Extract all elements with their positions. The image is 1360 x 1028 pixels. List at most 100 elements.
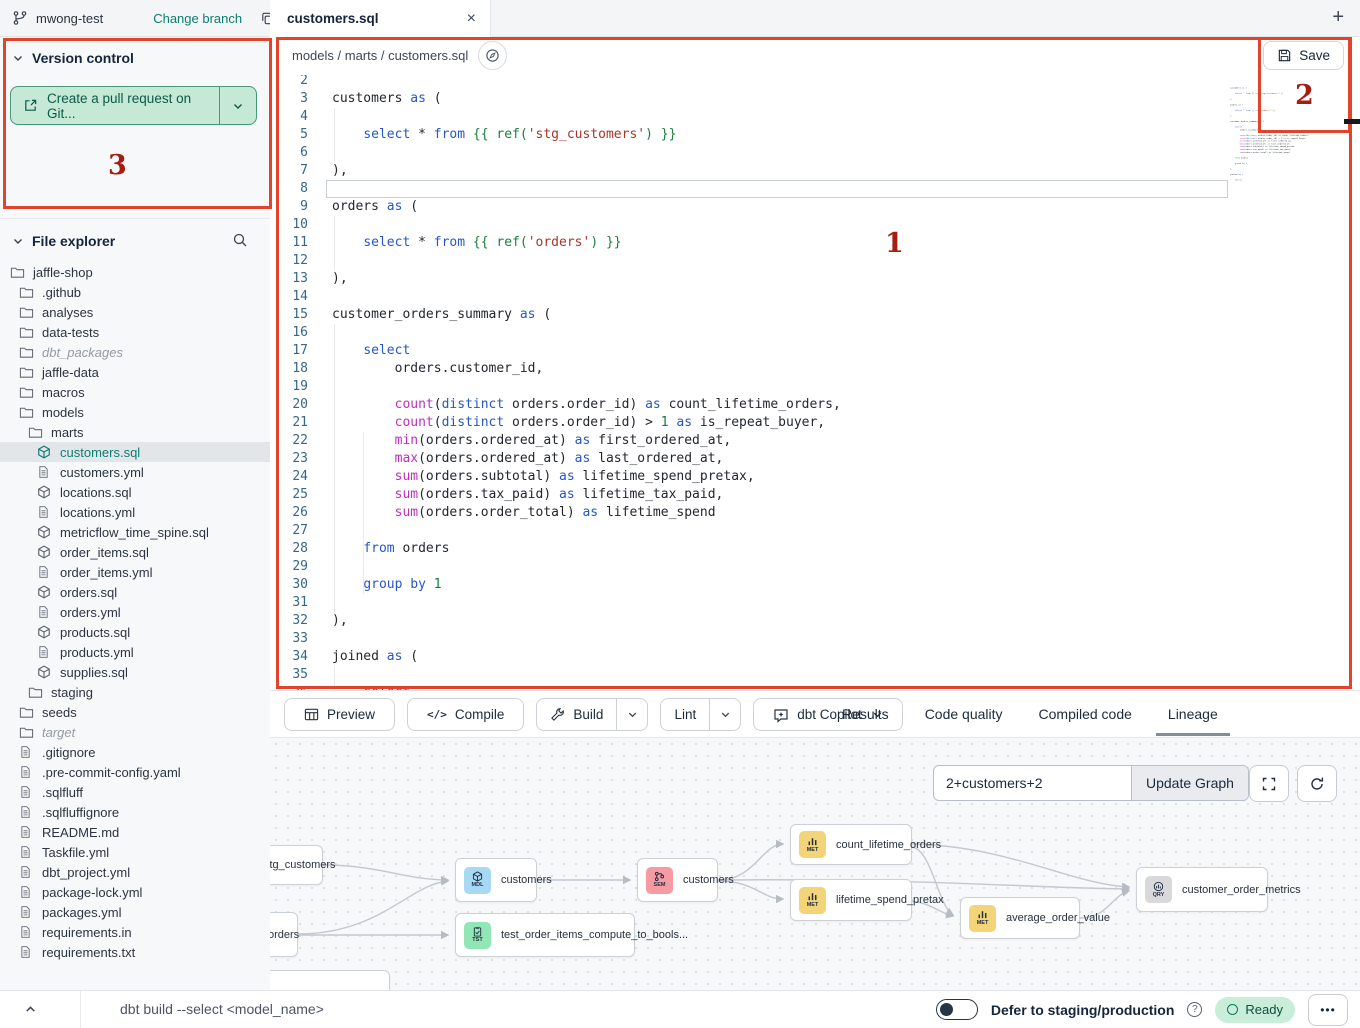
code-line[interactable]: 6 — [270, 144, 1360, 162]
lineage-node-orders[interactable]: orders — [270, 912, 298, 957]
code-line[interactable]: 16 — [270, 324, 1360, 342]
change-branch-link[interactable]: Change branch — [153, 11, 242, 26]
lint-button[interactable]: Lint — [661, 699, 709, 730]
code-line[interactable]: 17 select — [270, 342, 1360, 360]
build-dropdown[interactable] — [616, 699, 647, 730]
file-tree-item[interactable]: package-lock.yml — [0, 882, 270, 902]
file-tree-item[interactable]: .sqlfluff — [0, 782, 270, 802]
fullscreen-button[interactable] — [1249, 765, 1289, 802]
code-line[interactable]: 30 group by 1 — [270, 576, 1360, 594]
file-tree-item[interactable]: marts — [0, 422, 270, 442]
panel-tab-results[interactable]: Results — [842, 691, 889, 737]
code-line[interactable]: 34joined as ( — [270, 648, 1360, 666]
code-line[interactable]: 25 sum(orders.tax_paid) as lifetime_tax_… — [270, 486, 1360, 504]
file-tree-item[interactable]: analyses — [0, 302, 270, 322]
new-tab-button[interactable]: + — [1332, 6, 1344, 29]
code-line[interactable]: 22 min(orders.ordered_at) as first_order… — [270, 432, 1360, 450]
code-line[interactable]: 33 — [270, 630, 1360, 648]
file-tree-item[interactable]: dbt_packages — [0, 342, 270, 362]
update-graph-button[interactable]: Update Graph — [1131, 766, 1248, 800]
file-tree-item[interactable]: customers.sql — [0, 442, 270, 462]
lineage-node-customers[interactable]: SEMcustomers — [637, 858, 718, 902]
file-tree-item[interactable]: jaffle-shop — [0, 262, 270, 282]
code-line[interactable]: 9orders as ( — [270, 198, 1360, 216]
panel-tab-lineage[interactable]: Lineage — [1168, 691, 1218, 737]
file-tree-item[interactable]: .github — [0, 282, 270, 302]
lineage-node-test_order_items_compute_to_bools-[interactable]: TSTtest_order_items_compute_to_bools... — [455, 913, 635, 957]
file-tree-item[interactable]: staging — [0, 682, 270, 702]
file-tree-item[interactable]: seeds — [0, 702, 270, 722]
tab-close-icon[interactable]: × — [467, 11, 476, 27]
lint-dropdown[interactable] — [709, 699, 740, 730]
code-line[interactable]: 24 sum(orders.subtotal) as lifetime_spen… — [270, 468, 1360, 486]
file-tree-item[interactable]: locations.sql — [0, 482, 270, 502]
file-tree-item[interactable]: requirements.txt — [0, 942, 270, 962]
tab-customers-sql[interactable]: customers.sql × — [270, 0, 491, 37]
lineage-node-stg_customers[interactable]: stg_customers — [270, 845, 323, 885]
code-line[interactable]: 7), — [270, 162, 1360, 180]
file-tree-item[interactable]: data-tests — [0, 322, 270, 342]
code-line[interactable]: 10 — [270, 216, 1360, 234]
chevron-up-icon[interactable] — [24, 1003, 37, 1016]
build-button[interactable]: Build — [537, 699, 616, 730]
code-line[interactable]: 29 — [270, 558, 1360, 576]
command-input[interactable]: dbt build --select <model_name> — [120, 1001, 324, 1017]
code-line[interactable]: 21 count(distinct orders.order_id) > 1 a… — [270, 414, 1360, 432]
file-tree-item[interactable]: products.sql — [0, 622, 270, 642]
code-line[interactable]: 35 — [270, 666, 1360, 684]
search-icon[interactable] — [232, 232, 248, 251]
file-tree-item[interactable]: locations.yml — [0, 502, 270, 522]
file-tree-item[interactable]: .gitignore — [0, 742, 270, 762]
code-line[interactable]: 28 from orders — [270, 540, 1360, 558]
panel-tab-code-quality[interactable]: Code quality — [925, 691, 1003, 737]
file-tree-item[interactable]: models — [0, 402, 270, 422]
lineage-selector-input[interactable]: 2+customers+2 — [934, 766, 1131, 800]
code-line[interactable]: 23 max(orders.ordered_at) as last_ordere… — [270, 450, 1360, 468]
file-tree-item[interactable]: products.yml — [0, 642, 270, 662]
code-line[interactable]: 18 orders.customer_id, — [270, 360, 1360, 378]
file-tree-item[interactable]: customers.yml — [0, 462, 270, 482]
file-tree-item[interactable]: order_items.sql — [0, 542, 270, 562]
file-tree-item[interactable]: order_items.yml — [0, 562, 270, 582]
code-line[interactable]: 26 sum(orders.order_total) as lifetime_s… — [270, 504, 1360, 522]
code-line[interactable]: 11 select * from {{ ref('orders') }} — [270, 234, 1360, 252]
defer-toggle[interactable] — [936, 999, 978, 1020]
code-line[interactable]: 13), — [270, 270, 1360, 288]
refresh-button[interactable] — [1297, 765, 1337, 802]
preview-button[interactable]: Preview — [284, 698, 395, 731]
code-line[interactable]: 31 — [270, 594, 1360, 612]
file-tree-item[interactable]: jaffle-data — [0, 362, 270, 382]
panel-tab-compiled-code[interactable]: Compiled code — [1039, 691, 1132, 737]
file-tree-item[interactable]: Taskfile.yml — [0, 842, 270, 862]
file-tree-item[interactable]: supplies.sql — [0, 662, 270, 682]
code-editor[interactable]: models / marts / customers.sql Save 23cu… — [270, 36, 1360, 690]
help-icon[interactable]: ? — [1187, 1002, 1202, 1017]
code-line[interactable]: 12 — [270, 252, 1360, 270]
create-pr-button[interactable]: Create a pull request on Git... — [10, 86, 257, 125]
lineage-node-lifetime_spend_pretax[interactable]: METlifetime_spend_pretax — [790, 879, 912, 921]
more-options-button[interactable]: ••• — [1308, 994, 1348, 1026]
code-line[interactable]: 20 count(distinct orders.order_id) as co… — [270, 396, 1360, 414]
code-line[interactable]: 4 — [270, 108, 1360, 126]
file-tree-item[interactable]: README.md — [0, 822, 270, 842]
code-area[interactable]: 23customers as (45 select * from {{ ref(… — [270, 72, 1360, 690]
file-tree-item[interactable]: orders.yml — [0, 602, 270, 622]
file-tree-item[interactable]: target — [0, 722, 270, 742]
lineage-node-count_lifetime_orders[interactable]: METcount_lifetime_orders — [790, 824, 912, 865]
lineage-compass-icon[interactable] — [478, 41, 507, 70]
lineage-node-customer_order_metrics[interactable]: QRYcustomer_order_metrics — [1136, 867, 1268, 912]
file-tree-item[interactable]: .sqlfluffignore — [0, 802, 270, 822]
file-tree-item[interactable]: dbt_project.yml — [0, 862, 270, 882]
code-line[interactable]: 15customer_orders_summary as ( — [270, 306, 1360, 324]
file-tree-item[interactable]: packages.yml — [0, 902, 270, 922]
compile-button[interactable]: </> Compile — [407, 698, 524, 731]
file-tree-item[interactable]: .pre-commit-config.yaml — [0, 762, 270, 782]
lineage-node[interactable] — [270, 970, 390, 990]
file-tree-item[interactable]: macros — [0, 382, 270, 402]
file-tree-item[interactable]: metricflow_time_spine.sql — [0, 522, 270, 542]
code-line[interactable]: 32), — [270, 612, 1360, 630]
lineage-panel[interactable]: stg_customersordersMDLcustomersTSTtest_o… — [270, 738, 1360, 990]
create-pr-dropdown[interactable] — [219, 87, 256, 124]
file-tree-item[interactable]: requirements.in — [0, 922, 270, 942]
file-tree-item[interactable]: orders.sql — [0, 582, 270, 602]
